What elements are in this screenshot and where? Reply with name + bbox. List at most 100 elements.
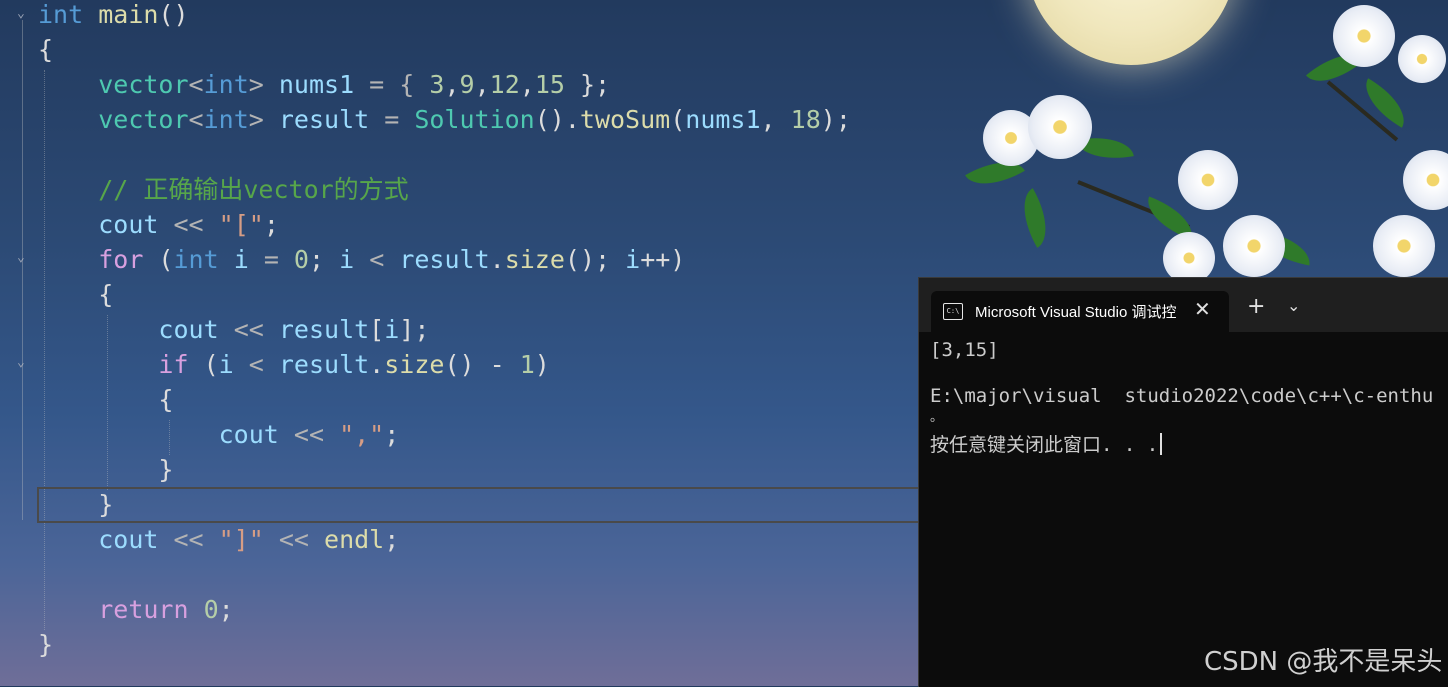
blossom: [1333, 5, 1395, 67]
code-token: ];: [399, 315, 430, 344]
code-token: <: [188, 105, 204, 134]
code-token: int: [38, 0, 84, 29]
code-line[interactable]: cout << ",";: [38, 417, 400, 452]
code-token: ;: [308, 245, 340, 274]
leaf: [1355, 78, 1415, 128]
code-token: }: [38, 490, 114, 519]
code-line[interactable]: // 正确输出vector的方式: [38, 172, 408, 207]
code-token: ;: [218, 595, 234, 624]
code-token: 3: [429, 70, 445, 99]
close-icon[interactable]: ✕: [1194, 297, 1211, 321]
new-tab-button[interactable]: +: [1247, 294, 1265, 319]
code-line[interactable]: {: [38, 382, 173, 417]
code-line[interactable]: cout << "]" << endl;: [38, 522, 399, 557]
code-line[interactable]: for (int i = 0; i < result.size(); i++): [38, 242, 685, 277]
code-token: "[": [218, 210, 264, 239]
debug-console-window[interactable]: C:\ Microsoft Visual Studio 调试控 ✕ + ⌄ [3…: [918, 277, 1448, 687]
code-token: >: [248, 70, 279, 99]
fold-chevron-icon[interactable]: ⌄: [17, 6, 25, 21]
code-token: result: [399, 245, 490, 274]
fold-chevron-icon[interactable]: ⌄: [17, 250, 25, 265]
code-token: ();: [564, 245, 626, 274]
code-token: }: [38, 630, 54, 659]
code-line[interactable]: }: [38, 452, 173, 487]
code-token: {: [38, 280, 114, 309]
code-token: .: [369, 350, 385, 379]
code-token: };: [564, 70, 611, 99]
code-line[interactable]: cout << result[i];: [38, 312, 429, 347]
current-line-highlight: [37, 487, 931, 523]
code-token: i: [218, 350, 234, 379]
terminal-tab[interactable]: C:\ Microsoft Visual Studio 调试控 ✕: [931, 291, 1229, 332]
prompt-line: 按任意键关闭此窗口. . .: [930, 430, 1163, 457]
code-token: cout: [98, 210, 159, 239]
code-token: ",": [339, 420, 385, 449]
code-line[interactable]: vector<int> result = Solution().twoSum(n…: [38, 102, 851, 137]
code-token: cout: [158, 315, 219, 344]
terminal-tab-bar: C:\ Microsoft Visual Studio 调试控 ✕ + ⌄: [919, 278, 1448, 332]
code-token: int: [203, 70, 249, 99]
code-token: =: [369, 105, 415, 134]
code-token: 9: [459, 70, 475, 99]
code-line[interactable]: vector<int> nums1 = { 3,9,12,15 };: [38, 67, 610, 102]
code-line[interactable]: }: [38, 627, 53, 662]
fold-chevron-icon[interactable]: ⌄: [17, 355, 25, 370]
code-token: <<: [263, 525, 325, 554]
code-token: }: [38, 455, 174, 484]
code-token: size: [504, 245, 565, 274]
code-token: {: [38, 385, 174, 414]
code-token: >: [248, 105, 279, 134]
gutter-fold-line: [22, 20, 23, 520]
output-line: 。: [930, 410, 944, 425]
code-token: 15: [534, 70, 565, 99]
code-line[interactable]: cout << "[";: [38, 207, 279, 242]
code-line[interactable]: }: [38, 487, 113, 522]
code-token: .: [489, 245, 505, 274]
leaf: [1010, 188, 1060, 248]
code-token: int: [203, 105, 249, 134]
code-token: ;: [384, 420, 400, 449]
blossom: [1398, 35, 1446, 83]
watermark: CSDN @我不是呆头: [1204, 647, 1443, 677]
code-token: result: [278, 315, 370, 344]
code-token: return: [98, 595, 189, 624]
code-token: cout: [98, 525, 159, 554]
code-token: 0: [203, 595, 219, 624]
code-line[interactable]: {: [38, 277, 113, 312]
blossom: [1403, 150, 1448, 210]
code-line[interactable]: {: [38, 32, 53, 67]
code-token: {: [38, 35, 54, 64]
moon-image: [1026, 0, 1236, 65]
blossom: [1373, 215, 1435, 277]
chevron-down-icon[interactable]: ⌄: [1287, 296, 1300, 315]
code-token: =: [248, 245, 294, 274]
code-token: nums1: [278, 70, 355, 99]
code-token: ,: [474, 70, 490, 99]
code-token: <<: [158, 525, 219, 554]
blossom: [1223, 215, 1285, 277]
code-token: for: [98, 245, 144, 274]
code-token: i: [384, 315, 400, 344]
code-token: 18: [790, 105, 821, 134]
code-token: 12: [489, 70, 520, 99]
code-token: ,: [444, 70, 460, 99]
code-token: ,: [760, 105, 791, 134]
code-token: [: [369, 315, 385, 344]
code-token: twoSum: [579, 105, 671, 134]
code-token: <<: [158, 210, 219, 239]
code-token: <: [233, 350, 279, 379]
output-line: E:\major\visual studio2022\code\c++\c-en…: [930, 385, 1434, 407]
code-token: ;: [384, 525, 400, 554]
code-token: 0: [293, 245, 309, 274]
code-line[interactable]: return 0;: [38, 592, 234, 627]
code-token: endl: [324, 525, 385, 554]
code-line[interactable]: if (i < result.size() - 1): [38, 347, 549, 382]
wallpaper-moon-blossoms: [928, 0, 1448, 290]
code-token: (: [188, 350, 219, 379]
code-line[interactable]: int main(): [38, 0, 189, 32]
output-line: [3,15]: [930, 339, 999, 361]
